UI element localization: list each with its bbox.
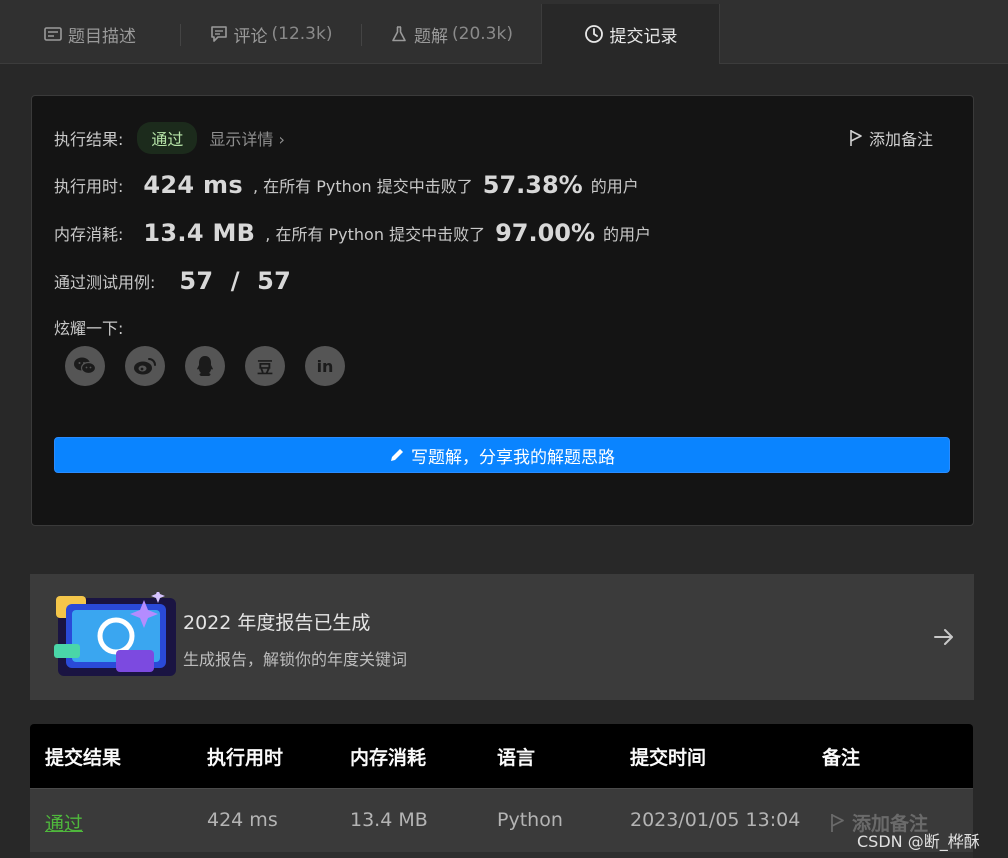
tab-count: (20.3k) <box>452 24 513 44</box>
status-badge: 通过 <box>137 122 198 154</box>
watermark: CSDN @断_桦酥 <box>857 832 980 851</box>
share-row: 炫耀一下: <box>54 315 123 339</box>
tab-comments[interactable]: 评论 (12.3k) <box>181 4 361 64</box>
tab-count: (12.3k) <box>271 24 333 44</box>
clock-icon <box>584 25 603 43</box>
tab-bar: 题目描述 评论 (12.3k) 题解 (20.3k) 提交记录 <box>0 0 1008 64</box>
row-memory: 13.4 MB <box>350 809 428 831</box>
tab-solutions[interactable]: 题解 (20.3k) <box>362 4 541 64</box>
douban-glyph: 豆 <box>256 358 273 377</box>
linkedin-icon[interactable]: in <box>305 346 345 386</box>
tab-label: 题目描述 <box>68 26 136 47</box>
row-language: Python <box>497 809 563 831</box>
submission-result-card: 执行结果: 通过 显示详情 › 添加备注 执行用时: 424 ms , 在所有 … <box>31 95 974 526</box>
tab-submissions[interactable]: 提交记录 <box>541 4 720 64</box>
runtime-percentile: 57.38% <box>482 171 583 199</box>
table-header: 提交结果 执行用时 内存消耗 语言 提交时间 备注 <box>30 724 973 788</box>
memory-row: 内存消耗: 13.4 MB , 在所有 Python 提交中击败了 97.00%… <box>54 219 651 247</box>
runtime-label: 执行用时: <box>54 177 124 196</box>
description-icon <box>44 27 62 41</box>
testcases-label: 通过测试用例: <box>54 273 156 292</box>
memory-percentile: 97.00% <box>495 219 596 247</box>
testcases-value: 57 / 57 <box>179 267 292 295</box>
row-runtime: 424 ms <box>207 809 278 831</box>
share-label: 炫耀一下: <box>54 319 124 338</box>
runtime-text: , 在所有 Python 提交中击败了 <box>252 177 473 196</box>
report-subtitle: 生成报告，解锁你的年度关键词 <box>183 650 408 669</box>
douban-icon[interactable]: 豆 <box>245 346 285 386</box>
submissions-table: 提交结果 执行用时 内存消耗 语言 提交时间 备注 通过 424 ms 13.4… <box>30 724 974 858</box>
memory-suffix: 的用户 <box>603 225 652 244</box>
write-solution-label: 写题解，分享我的解题思路 <box>411 447 615 468</box>
report-illustration <box>54 592 176 676</box>
column-header-time: 提交时间 <box>630 747 707 769</box>
column-header-result: 提交结果 <box>45 747 122 769</box>
report-title: 2022 年度报告已生成 <box>183 612 371 634</box>
runtime-suffix: 的用户 <box>590 177 639 196</box>
result-label: 执行结果: <box>54 130 124 149</box>
memory-text: , 在所有 Python 提交中击败了 <box>265 225 486 244</box>
show-details-link[interactable]: 显示详情 › <box>209 126 285 150</box>
column-header-note: 备注 <box>822 747 861 769</box>
column-header-memory: 内存消耗 <box>350 747 427 769</box>
qq-icon[interactable] <box>185 346 225 386</box>
add-note-button[interactable]: 添加备注 <box>849 126 933 150</box>
table-row[interactable]: 通过 424 ms 13.4 MB Python 2023/01/05 13:0… <box>30 788 973 852</box>
tab-label: 题解 <box>414 26 449 47</box>
flag-icon <box>850 130 862 146</box>
linkedin-glyph: in <box>316 356 334 376</box>
runtime-row: 执行用时: 424 ms , 在所有 Python 提交中击败了 57.38% … <box>54 171 639 199</box>
row-status-link[interactable]: 通过 <box>45 809 83 836</box>
testcases-row: 通过测试用例: 57 / 57 <box>54 267 301 295</box>
column-header-language: 语言 <box>497 747 536 769</box>
annual-report-banner[interactable]: 2022 年度报告已生成 生成报告，解锁你的年度关键词 <box>30 574 974 700</box>
weibo-icon[interactable] <box>125 346 165 386</box>
share-icons: 豆 in <box>65 346 365 386</box>
tab-label: 提交记录 <box>609 26 678 47</box>
add-note-label: 添加备注 <box>868 130 933 149</box>
memory-value: 13.4 MB <box>143 219 256 247</box>
memory-label: 内存消耗: <box>54 225 124 244</box>
write-solution-button[interactable]: 写题解，分享我的解题思路 <box>54 437 950 473</box>
tab-label: 评论 <box>233 26 268 47</box>
arrow-right-icon[interactable] <box>932 625 956 649</box>
result-row: 执行结果: 通过 显示详情 › <box>54 122 285 154</box>
flag-icon <box>831 813 844 832</box>
row-submit-time: 2023/01/05 13:04 <box>630 809 801 831</box>
column-header-runtime: 执行用时 <box>207 747 284 769</box>
flask-icon <box>392 26 406 42</box>
runtime-value: 424 ms <box>143 171 243 199</box>
tab-description[interactable]: 题目描述 <box>0 4 180 64</box>
table-footer-strip <box>30 852 973 858</box>
wechat-icon[interactable] <box>65 346 105 386</box>
pencil-icon <box>391 449 403 461</box>
comment-icon <box>210 26 227 42</box>
